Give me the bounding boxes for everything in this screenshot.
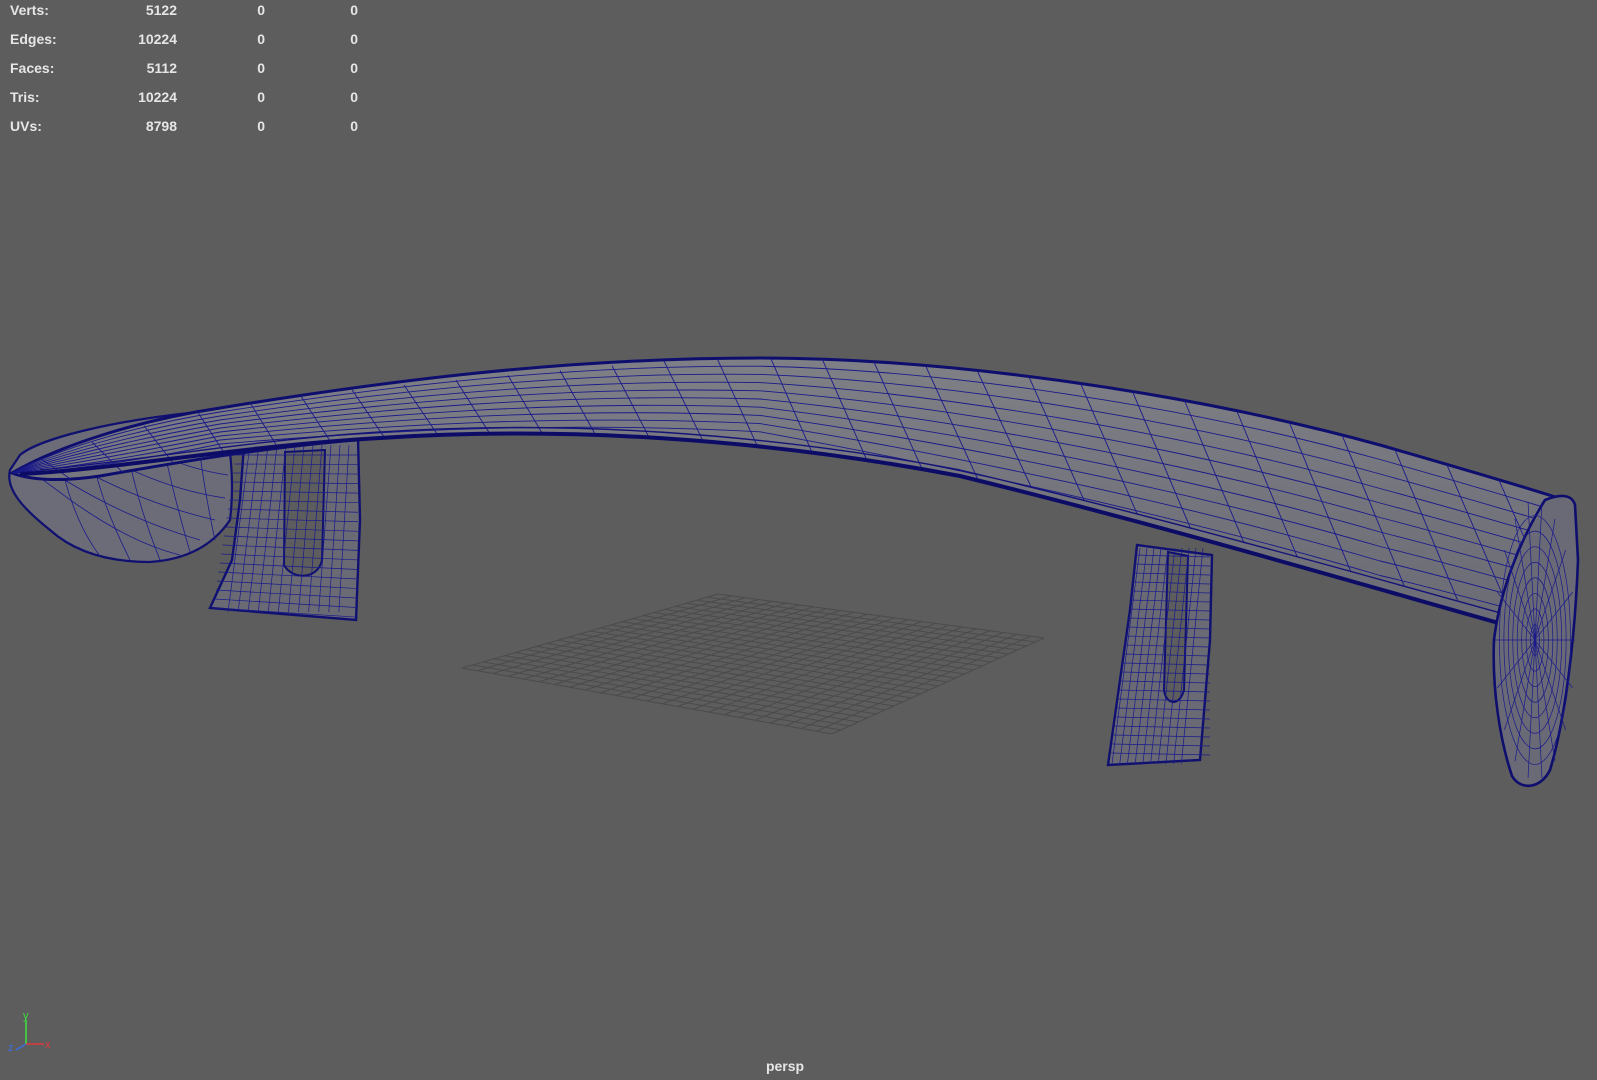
hud-label: UVs:	[10, 118, 42, 134]
poly-count-hud: Verts: 5122 0 0 Edges: 10224 0 0 Faces: …	[0, 0, 380, 145]
hud-row-uvs: UVs: 8798 0 0	[0, 116, 380, 145]
hud-total: 10224	[138, 31, 177, 47]
hud-selected: 0	[257, 118, 265, 134]
axis-gizmo-icon: y x z	[8, 1010, 51, 1052]
hud-component: 0	[350, 31, 358, 47]
hud-selected: 0	[257, 60, 265, 76]
hud-row-tris: Tris: 10224 0 0	[0, 87, 380, 116]
perspective-viewport[interactable]: Verts: 5122 0 0 Edges: 10224 0 0 Faces: …	[0, 0, 1597, 1080]
hud-selected: 0	[257, 89, 265, 105]
right-support-strut	[1106, 543, 1214, 767]
hud-component: 0	[350, 60, 358, 76]
axis-y-label: y	[23, 1010, 29, 1022]
axis-z-label: z	[8, 1042, 14, 1052]
hud-total: 8798	[145, 118, 177, 134]
ground-grid	[461, 593, 1045, 735]
scene-canvas[interactable]	[0, 0, 1597, 1080]
hud-component: 0	[350, 2, 358, 18]
axis-x-label: x	[45, 1039, 51, 1051]
hud-component: 0	[350, 89, 358, 105]
camera-name-label: persp	[765, 1058, 805, 1074]
hud-row-edges: Edges: 10224 0 0	[0, 29, 380, 58]
hud-total: 5112	[146, 60, 177, 76]
hud-total: 10224	[138, 89, 177, 105]
hud-label: Faces:	[10, 60, 55, 76]
hud-row-faces: Faces: 5112 0 0	[0, 58, 380, 87]
hud-total: 5122	[145, 2, 177, 18]
hud-label: Tris:	[10, 89, 40, 105]
hud-row-verts: Verts: 5122 0 0	[0, 0, 380, 29]
hud-label: Verts:	[10, 2, 49, 18]
hud-selected: 0	[257, 2, 265, 18]
hud-selected: 0	[257, 31, 265, 47]
hud-label: Edges:	[10, 31, 57, 47]
hud-component: 0	[350, 118, 358, 134]
